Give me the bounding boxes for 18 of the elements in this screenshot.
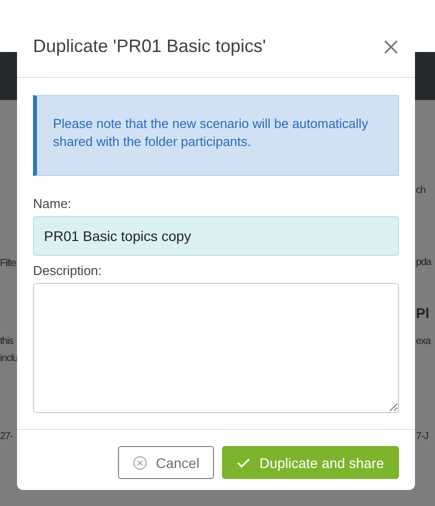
field-label: Description: xyxy=(33,263,103,278)
background-text: Filte xyxy=(0,257,17,270)
info-alert: Please note that the new scenario will be automatically shared with the folder participants. xyxy=(33,95,399,176)
background-text: this xyxy=(0,335,14,348)
check-icon xyxy=(237,458,250,468)
circle-x-icon xyxy=(132,456,147,470)
dialog-title: Duplicate 'PR01 Basic topics' xyxy=(33,36,266,57)
background-text: ch xyxy=(416,184,426,197)
cancel-button[interactable]: Cancel xyxy=(118,446,214,479)
background-text: pda xyxy=(416,256,431,269)
close-icon[interactable] xyxy=(383,38,399,54)
background-text: 7-J xyxy=(416,430,428,443)
field-label: Name: xyxy=(33,196,72,211)
background-text: exa xyxy=(416,335,430,348)
background-text: 27- xyxy=(0,430,14,443)
card-title: Pl xyxy=(416,305,430,322)
description-field[interactable] xyxy=(33,283,399,413)
name-field[interactable]: PR01 Basic topics copy xyxy=(33,216,399,256)
